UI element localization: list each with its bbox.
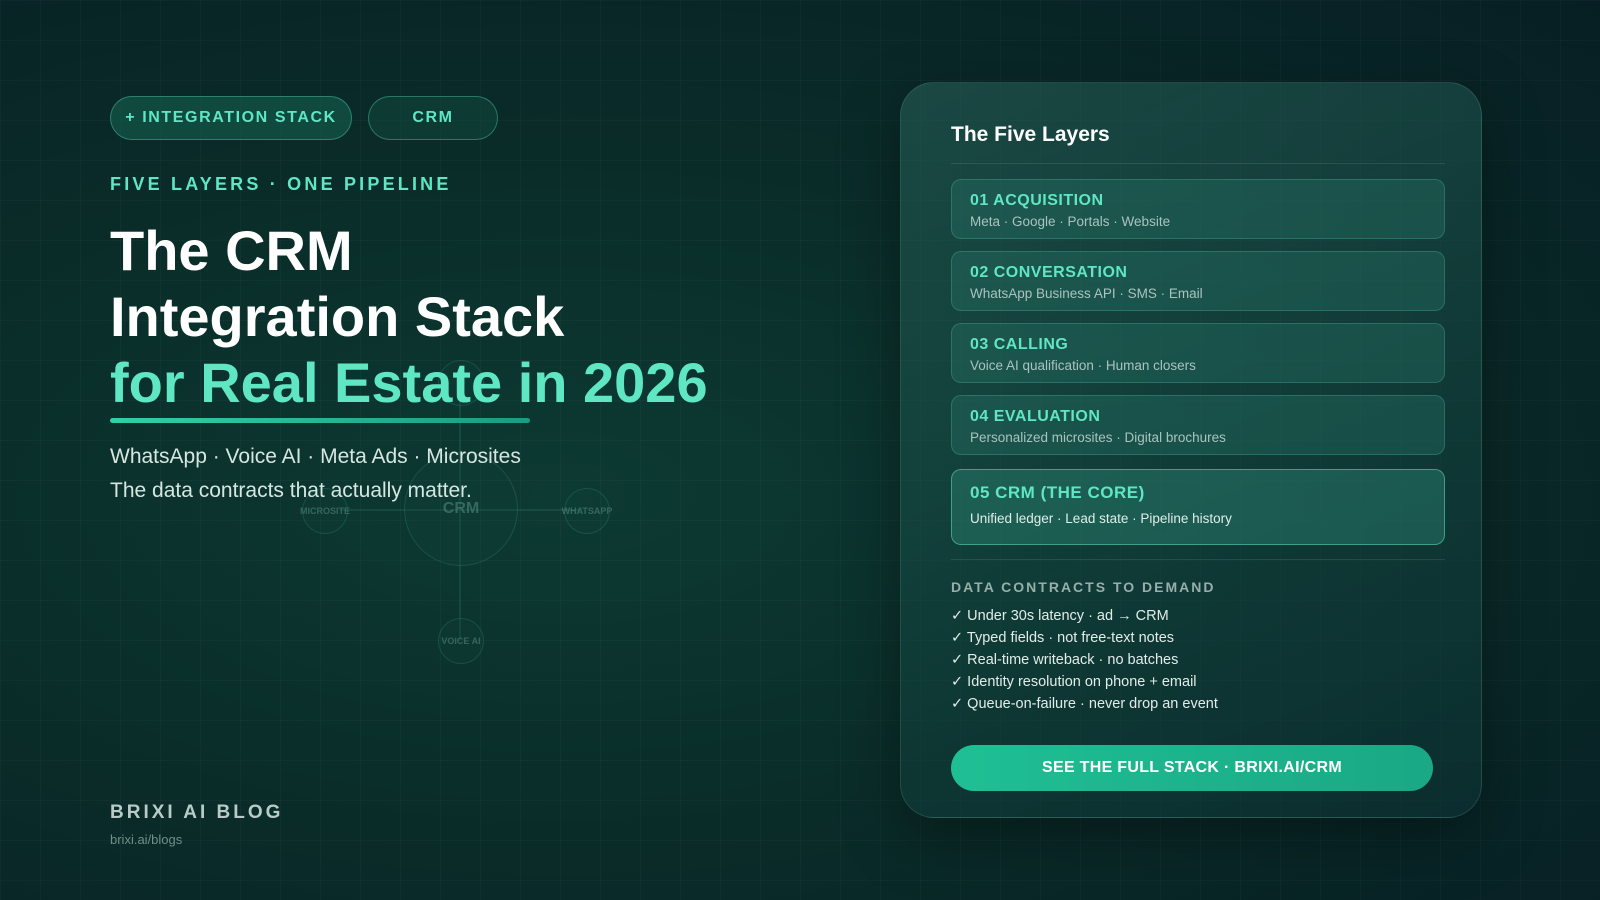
layer-subtitle: Voice AI qualification · Human closers	[970, 358, 1196, 373]
hub-diagram: CRM M MICROSITE WHATSAPP VOICE AI	[290, 360, 630, 680]
five-layers-card: The Five Layers 01 ACQUISITION Meta · Go…	[900, 82, 1482, 818]
layer-title: 04 EVALUATION	[970, 408, 1101, 425]
contracts-heading: DATA CONTRACTS TO DEMAND	[951, 579, 1216, 595]
layer-conversation: 02 CONVERSATION WhatsApp Business API · …	[951, 251, 1445, 311]
subtitle: WhatsApp · Voice AI · Meta Ads · Microsi…	[110, 440, 521, 508]
diagram-node-whatsapp: WHATSAPP	[562, 488, 612, 534]
contract-item: ✓ Queue-on-failure · never drop an event	[951, 696, 1218, 712]
contract-item: ✓ Identity resolution on phone + email	[951, 674, 1197, 690]
card-divider	[951, 559, 1445, 560]
layer-crm-core: 05 CRM (THE CORE) Unified ledger · Lead …	[951, 469, 1445, 545]
layer-subtitle: Unified ledger · Lead state · Pipeline h…	[970, 511, 1232, 526]
subtitle-line-2: The data contracts that actually matter.	[110, 479, 472, 502]
subtitle-line-1: WhatsApp · Voice AI · Meta Ads · Microsi…	[110, 445, 521, 468]
title-accent: for Real Estate in 2026	[110, 351, 708, 414]
card-title: The Five Layers	[951, 123, 1110, 146]
title-underline	[110, 418, 530, 423]
see-full-stack-button[interactable]: SEE THE FULL STACK · BRIXI.AI/CRM	[951, 745, 1433, 791]
layer-title: 01 ACQUISITION	[970, 192, 1104, 209]
contracts-list: ✓ Under 30s latency · ad → CRM ✓ Typed f…	[951, 605, 1218, 715]
layer-title: 05 CRM (THE CORE)	[970, 483, 1145, 502]
contract-item: ✓ Under 30s latency · ad → CRM	[951, 608, 1169, 624]
kicker-text: FIVE LAYERS · ONE PIPELINE	[110, 174, 452, 194]
layer-subtitle: WhatsApp Business API · SMS · Email	[970, 286, 1203, 301]
title-line-1: The CRM	[110, 219, 353, 282]
page-title: The CRM Integration Stack for Real Estat…	[110, 218, 708, 416]
contract-item: ✓ Typed fields · not free-text notes	[951, 630, 1175, 646]
tag-crm: CRM	[368, 96, 498, 140]
layer-calling: 03 CALLING Voice AI qualification · Huma…	[951, 323, 1445, 383]
layer-acquisition: 01 ACQUISITION Meta · Google · Portals ·…	[951, 179, 1445, 239]
card-divider	[951, 163, 1445, 164]
tag-integration-stack: + INTEGRATION STACK	[110, 96, 352, 140]
title-line-2: Integration Stack	[110, 285, 565, 348]
diagram-node-voice-ai: VOICE AI	[438, 618, 484, 664]
tag-pills: + INTEGRATION STACK CRM	[110, 96, 498, 140]
layer-subtitle: Meta · Google · Portals · Website	[970, 214, 1171, 229]
brand-url-link[interactable]: brixi.ai/blogs	[110, 832, 182, 847]
layer-title: 03 CALLING	[970, 336, 1069, 353]
layer-evaluation: 04 EVALUATION Personalized microsites · …	[951, 395, 1445, 455]
layer-subtitle: Personalized microsites · Digital brochu…	[970, 430, 1226, 445]
layer-title: 02 CONVERSATION	[970, 264, 1128, 281]
contract-item: ✓ Real-time writeback · no batches	[951, 652, 1179, 668]
brand-name: BRIXI AI BLOG	[110, 802, 284, 823]
